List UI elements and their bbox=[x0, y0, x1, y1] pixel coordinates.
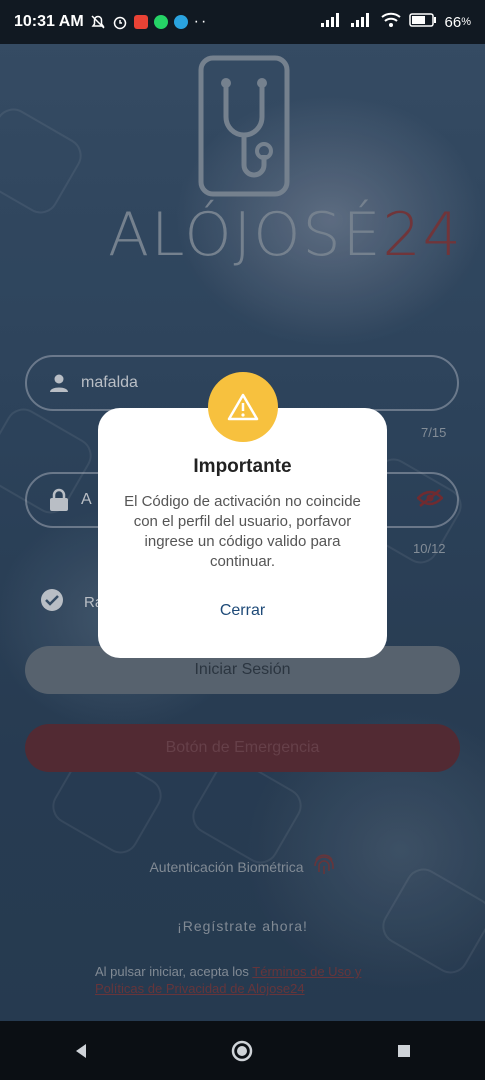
signal-icon bbox=[350, 12, 373, 32]
battery-icon bbox=[408, 12, 437, 32]
home-circle-icon bbox=[232, 1040, 253, 1061]
notification-app-icon bbox=[133, 15, 148, 29]
signal-icon bbox=[320, 12, 343, 32]
status-time: 10:31 AM bbox=[14, 13, 84, 30]
recents-square-icon bbox=[398, 1044, 411, 1057]
home-button[interactable] bbox=[212, 1031, 272, 1071]
mute-bell-icon bbox=[90, 14, 106, 30]
alarm-clock-icon bbox=[112, 14, 128, 30]
telegram-icon bbox=[173, 15, 188, 29]
dialog-message: El Código de activación no coincide con … bbox=[124, 493, 361, 570]
back-triangle-icon bbox=[75, 1043, 86, 1058]
percent-sign: % bbox=[461, 16, 471, 28]
system-nav-bar bbox=[0, 1021, 485, 1080]
warning-icon bbox=[208, 372, 278, 442]
close-button[interactable]: Cerrar bbox=[220, 602, 265, 620]
recents-button[interactable] bbox=[374, 1031, 434, 1071]
alert-dialog: Importante El Código de activación no co… bbox=[98, 408, 387, 658]
status-bar: 10:31 AM ·· 66% bbox=[0, 0, 485, 44]
wifi-icon bbox=[380, 12, 401, 33]
battery-percent: 66 bbox=[444, 13, 462, 31]
more-notifications-icon: ·· bbox=[193, 13, 209, 30]
back-button[interactable] bbox=[51, 1031, 111, 1071]
dialog-title: Importante bbox=[193, 456, 292, 477]
whatsapp-icon bbox=[153, 15, 168, 29]
